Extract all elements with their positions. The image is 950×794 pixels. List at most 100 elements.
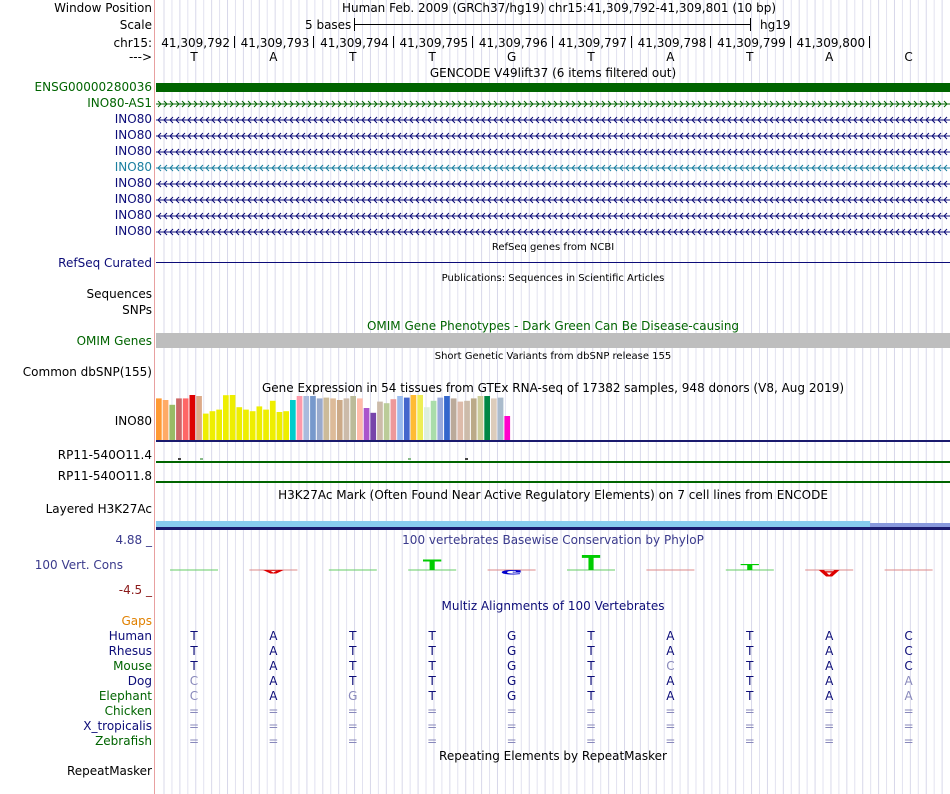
gtex-tissue-bar[interactable]	[350, 396, 356, 440]
gtex-tissue-bar[interactable]	[316, 398, 323, 440]
multiz-species-label[interactable]: Elephant	[99, 689, 152, 703]
gtex-tissue-bar[interactable]	[169, 404, 176, 440]
gtex-tissue-bar[interactable]	[464, 400, 470, 440]
gencode-transcript-label[interactable]: INO80	[115, 224, 152, 238]
gencode-intron-line[interactable]	[156, 194, 950, 206]
gtex-tissue-bar[interactable]	[457, 401, 464, 440]
phylop-track-label[interactable]: 100 Vert. Cons	[35, 558, 123, 572]
rp11-540o11-8-line[interactable]	[156, 481, 950, 483]
dbsnp-track-label[interactable]: Common dbSNP(155)	[23, 365, 152, 379]
multiz-species-label[interactable]: Chicken	[105, 704, 152, 718]
gtex-tissue-bar[interactable]	[323, 397, 330, 440]
publications-sequences-label[interactable]: Sequences	[87, 287, 152, 301]
gtex-tissue-bar[interactable]	[424, 407, 430, 440]
gtex-tissue-bar[interactable]	[330, 398, 336, 440]
multiz-species-label[interactable]: Dog	[128, 674, 152, 688]
gtex-tissue-bar[interactable]	[363, 408, 370, 440]
gencode-transcript-label[interactable]: INO80	[115, 128, 152, 142]
gencode-intron-line[interactable]	[156, 162, 950, 174]
gtex-tissue-bar[interactable]	[430, 400, 437, 440]
gtex-tissue-bar[interactable]	[209, 411, 216, 440]
gtex-tissue-bar[interactable]	[377, 401, 383, 440]
rp11-540o11-4-line[interactable]	[156, 461, 950, 463]
gtex-tissue-bar[interactable]	[256, 406, 263, 440]
gtex-tissue-bar[interactable]	[229, 395, 236, 440]
gtex-tissue-bar[interactable]	[216, 409, 222, 440]
gtex-tissue-bar[interactable]	[477, 396, 484, 440]
gtex-tissue-bar[interactable]	[336, 400, 343, 440]
gencode-transcript-label[interactable]: INO80-AS1	[87, 96, 152, 110]
gtex-tissue-bar[interactable]	[189, 395, 196, 440]
gencode-intron-line[interactable]	[156, 130, 950, 142]
gencode-intron-line[interactable]	[156, 226, 950, 238]
repeatmasker-track-label[interactable]: RepeatMasker	[67, 764, 152, 778]
multiz-species-label[interactable]: Zebrafish	[95, 734, 152, 748]
gtex-tissue-bar[interactable]	[497, 397, 504, 440]
gtex-tissue-bar[interactable]	[269, 400, 276, 440]
gtex-tissue-bar[interactable]	[444, 396, 450, 440]
gtex-tissue-bar[interactable]	[223, 395, 229, 440]
gtex-tissue-bar[interactable]	[243, 409, 249, 440]
multiz-species-label[interactable]: Mouse	[113, 659, 152, 673]
rp11-540o11-8-label[interactable]: RP11-540O11.8	[58, 469, 152, 483]
gencode-transcript-label[interactable]: ENSG00000280036	[35, 80, 152, 94]
gtex-tissue-bar[interactable]	[249, 411, 256, 440]
rp11-540o11-4-label[interactable]: RP11-540O11.4	[58, 448, 152, 462]
gencode-transcript-label[interactable]: INO80	[115, 192, 152, 206]
refseq-track-label[interactable]: RefSeq Curated	[58, 256, 152, 270]
gencode-intron-line[interactable]	[156, 178, 950, 190]
refseq-track-line[interactable]	[156, 262, 950, 263]
gtex-tissue-bar[interactable]	[484, 396, 490, 440]
gencode-transcript-label[interactable]: INO80	[115, 144, 152, 158]
gencode-transcript-label[interactable]: INO80	[115, 112, 152, 126]
multiz-species-label[interactable]: Human	[109, 629, 152, 643]
gtex-tissue-bar[interactable]	[504, 416, 511, 440]
gencode-intron-line[interactable]	[156, 98, 950, 110]
gtex-bar-chart[interactable]	[156, 395, 950, 445]
gencode-intron-line[interactable]	[156, 146, 950, 158]
gtex-tissue-bar[interactable]	[276, 412, 283, 440]
gtex-tissue-bar[interactable]	[303, 396, 310, 440]
gencode-exon-bar[interactable]	[156, 82, 950, 94]
gtex-tissue-bar[interactable]	[397, 396, 403, 440]
gtex-tissue-bar[interactable]	[283, 411, 289, 440]
gencode-transcript-label[interactable]: INO80	[115, 160, 152, 174]
gtex-tissue-bar[interactable]	[470, 398, 477, 440]
gtex-tissue-bar[interactable]	[182, 398, 189, 440]
gtex-tissue-bar[interactable]	[370, 412, 377, 440]
gtex-tissue-bar[interactable]	[390, 399, 397, 440]
gtex-tissue-bar[interactable]	[450, 398, 457, 440]
gtex-tissue-bar[interactable]	[162, 400, 169, 440]
gtex-track-label[interactable]: INO80	[115, 414, 152, 428]
gtex-tissue-bar[interactable]	[202, 413, 209, 440]
gtex-tissue-bar[interactable]	[290, 400, 296, 440]
multiz-species-label[interactable]: Rhesus	[109, 644, 152, 658]
gtex-tissue-bar[interactable]	[343, 398, 350, 440]
gtex-tissue-bar[interactable]	[383, 403, 390, 440]
gtex-tissue-bar[interactable]	[156, 398, 162, 440]
multiz-base: =	[903, 734, 914, 748]
multiz-gaps-label[interactable]: Gaps	[121, 614, 152, 628]
gencode-transcript-label[interactable]: INO80	[115, 208, 152, 222]
gencode-intron-line[interactable]	[156, 114, 950, 126]
h3k27ac-track-label[interactable]: Layered H3K27Ac	[46, 502, 152, 516]
gtex-tissue-bar[interactable]	[491, 398, 497, 440]
gtex-tissue-bar[interactable]	[410, 395, 417, 440]
omim-feature-bar[interactable]	[156, 333, 950, 348]
omim-track-label[interactable]: OMIM Genes	[77, 334, 152, 348]
gtex-tissue-bar[interactable]	[236, 407, 243, 440]
gtex-tissue-bar[interactable]	[417, 395, 423, 440]
gencode-intron-line[interactable]	[156, 210, 950, 222]
gtex-tissue-bar[interactable]	[403, 397, 410, 440]
gtex-tissue-bar[interactable]	[437, 397, 444, 440]
gencode-transcript-label[interactable]: INO80	[115, 176, 152, 190]
phylop-logo[interactable]: A T G T TA	[156, 548, 950, 588]
gtex-tissue-bar[interactable]	[310, 396, 316, 440]
gtex-tissue-bar[interactable]	[196, 396, 202, 440]
gtex-tissue-bar[interactable]	[296, 396, 303, 440]
gtex-tissue-bar[interactable]	[357, 398, 363, 440]
multiz-species-label[interactable]: X_tropicalis	[83, 719, 152, 733]
gtex-tissue-bar[interactable]	[176, 398, 182, 440]
gtex-tissue-bar[interactable]	[263, 409, 269, 440]
publications-snps-label[interactable]: SNPs	[122, 303, 152, 317]
